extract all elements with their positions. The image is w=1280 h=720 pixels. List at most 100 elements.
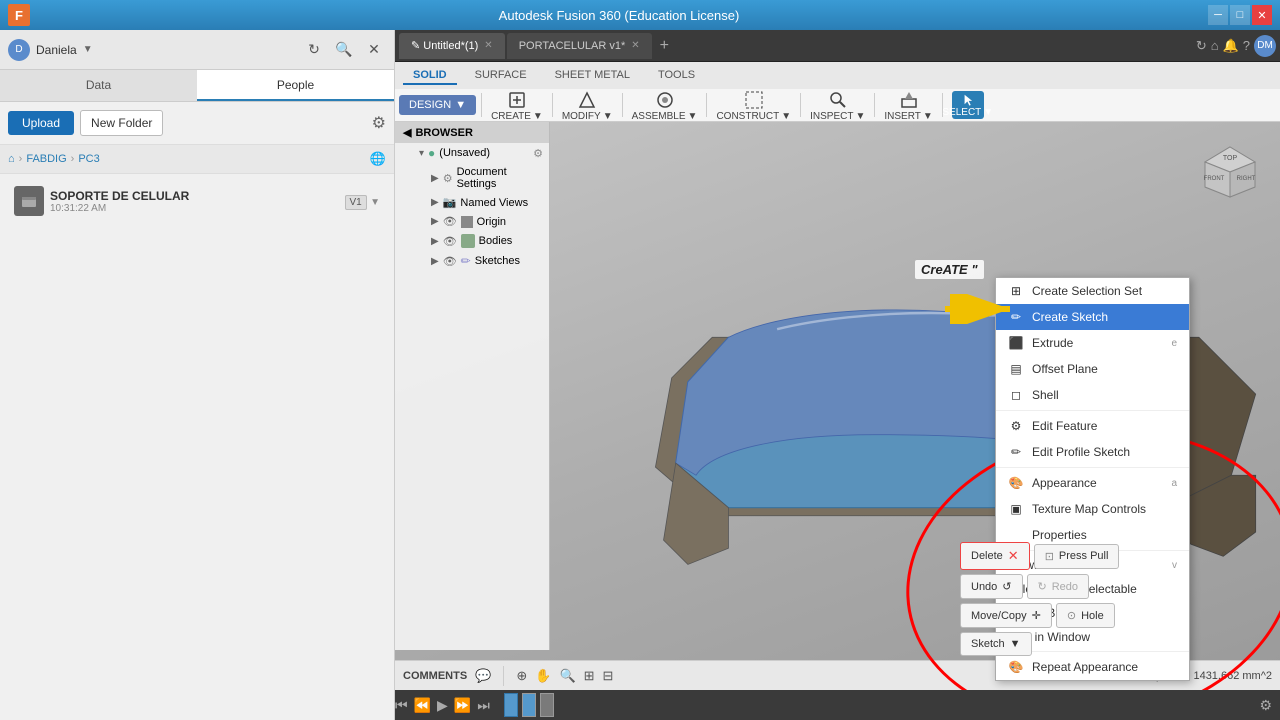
select-button[interactable]: SELECT▼ (952, 91, 984, 119)
play-end-button[interactable]: ⏭ (477, 697, 490, 714)
construct-button[interactable]: CONSTRUCT▼ (716, 89, 791, 122)
cm-shortcut-appearance: a (1171, 478, 1177, 489)
cm-offset-plane[interactable]: ▤ Offset Plane (996, 356, 1189, 382)
create-button[interactable]: CREATE▼ (491, 89, 543, 122)
press-pull-button[interactable]: ⊡ Press Pull (1034, 544, 1120, 569)
toolbar-tab-sheetmetal[interactable]: SHEET METAL (545, 67, 640, 85)
tab-bell-icon[interactable]: 🔔 (1223, 38, 1239, 54)
inspect-button[interactable]: INSPECT▼ (810, 89, 865, 122)
cm-sep2 (996, 467, 1189, 468)
tab-portacelular[interactable]: PORTACELULAR v1* ✕ (507, 33, 652, 59)
redo-button[interactable]: ↻ Redo (1027, 574, 1090, 599)
tab-bar-icons: ↻ ⌂ 🔔 ? DM (1196, 35, 1276, 57)
browser-item-sketches[interactable]: ▶ 👁 ✏ Sketches (395, 251, 549, 271)
timeline-marker-2[interactable] (540, 693, 554, 717)
tab-data[interactable]: Data (0, 70, 197, 101)
tab-people[interactable]: People (197, 70, 394, 101)
add-tab-button[interactable]: + (654, 37, 675, 55)
insert-button[interactable]: INSERT▼ (884, 89, 932, 122)
cm-edit-profile[interactable]: ✏ Edit Profile Sketch (996, 439, 1189, 465)
comments-icon[interactable]: 💬 (475, 668, 491, 684)
display-icon[interactable]: ⊞ (584, 668, 595, 684)
assemble-button[interactable]: ASSEMBLE▼ (632, 89, 698, 122)
tab-close-untitled[interactable]: ✕ (484, 40, 492, 51)
toolbar-tab-tools[interactable]: TOOLS (648, 67, 705, 85)
doc-settings-icon: ⚙ (443, 172, 453, 185)
tab-question-icon[interactable]: ? (1243, 38, 1250, 53)
file-item[interactable]: SOPORTE DE CELULAR 10:31:22 AM V1 ▼ (8, 182, 386, 220)
cm-label-appearance: Appearance (1032, 476, 1097, 490)
play-next-button[interactable]: ⏩ (454, 697, 471, 714)
cm-repeat-appearance[interactable]: 🎨 Repeat Appearance (996, 654, 1189, 680)
delete-label: Delete (971, 550, 1003, 562)
cm-shell[interactable]: ◻ Shell (996, 382, 1189, 408)
cm-texture-map[interactable]: ▣ Texture Map Controls (996, 496, 1189, 522)
browser-header[interactable]: ◀ BROWSER (395, 122, 549, 143)
refresh-button[interactable]: ↻ (302, 38, 326, 62)
tb-sep1 (481, 93, 482, 117)
timeline-marker-1[interactable] (522, 693, 536, 717)
close-panel-button[interactable]: ✕ (362, 38, 386, 62)
undo-button[interactable]: Undo ↺ (960, 574, 1023, 599)
browser-collapse-icon[interactable]: ◀ (403, 126, 411, 139)
tab-untitled[interactable]: ✎ Untitled*(1) ✕ (399, 33, 505, 59)
cm-edit-feature[interactable]: ⚙ Edit Feature (996, 413, 1189, 439)
minimize-button[interactable]: ─ (1208, 5, 1228, 25)
upload-button[interactable]: Upload (8, 111, 74, 135)
tab-close-porta[interactable]: ✕ (631, 40, 639, 51)
close-button[interactable]: ✕ (1252, 5, 1272, 25)
nav-cube[interactable]: TOP RIGHT FRONT (1200, 142, 1260, 202)
breadcrumb-sep2: › (71, 153, 75, 165)
cm-extrude[interactable]: ⬛ Extrude e (996, 330, 1189, 356)
eye-icon-sketches[interactable]: 👁 (443, 255, 457, 268)
comments-tab[interactable]: COMMENTS (403, 670, 467, 682)
modify-button[interactable]: MODIFY▼ (562, 89, 613, 122)
play-prev-button[interactable]: ⏪ (414, 697, 431, 714)
version-badge[interactable]: V1 ▼ (345, 194, 380, 208)
play-start-button[interactable]: ⏮ (395, 697, 408, 714)
browser-item-docsettings[interactable]: ▶ ⚙ Document Settings (395, 163, 549, 193)
pan-icon[interactable]: ✋ (535, 668, 551, 684)
search-button[interactable]: 🔍 (332, 38, 356, 62)
restore-button[interactable]: □ (1230, 5, 1250, 25)
hole-button[interactable]: ⊙ Hole (1056, 603, 1115, 628)
breadcrumb-fabdig[interactable]: FABDIG (26, 153, 66, 165)
snap-icon[interactable]: ⊕ (516, 668, 527, 684)
home-icon[interactable]: ⌂ (8, 153, 15, 165)
browser-item-unsaved[interactable]: ▾ ● (Unsaved) ⚙ (395, 143, 549, 163)
expand-icon-doc: ▶ (431, 173, 439, 184)
username-dropdown-icon[interactable]: ▼ (83, 44, 93, 55)
toolbar-tab-solid[interactable]: SOLID (403, 67, 457, 85)
cm-label-extrude: Extrude (1032, 336, 1073, 350)
user-avatar-tab[interactable]: DM (1254, 35, 1276, 57)
tab-refresh-icon[interactable]: ↻ (1196, 38, 1207, 54)
delete-button[interactable]: Delete ✕ (960, 542, 1030, 570)
breadcrumb: ⌂ › FABDIG › PC3 🌐 (0, 145, 394, 174)
sketch-dropdown[interactable]: Sketch ▼ (960, 632, 1032, 656)
svg-text:TOP: TOP (1223, 155, 1238, 162)
grid-icon[interactable]: ⊟ (603, 668, 614, 684)
new-folder-button[interactable]: New Folder (80, 110, 163, 136)
tab-home-icon[interactable]: ⌂ (1211, 38, 1219, 53)
cm-appearance[interactable]: 🎨 Appearance a (996, 470, 1189, 496)
browser-item-namedviews[interactable]: ▶ 📷 Named Views (395, 193, 549, 212)
toolbar-tab-surface[interactable]: SURFACE (465, 67, 537, 85)
browser-item-origin[interactable]: ▶ 👁 Origin (395, 212, 549, 231)
eye-icon-origin[interactable]: 👁 (443, 215, 457, 228)
zoom-icon[interactable]: 🔍 (559, 668, 575, 684)
browser-panel: ◀ BROWSER ▾ ● (Unsaved) ⚙ ▶ ⚙ Document S… (395, 122, 550, 650)
cm-label-edit-feature: Edit Feature (1032, 419, 1097, 433)
settings-button[interactable]: ⚙ (372, 113, 386, 133)
settings-gear-icon[interactable]: ⚙ (533, 147, 543, 160)
timeline-thumb[interactable] (504, 693, 518, 717)
eye-icon-bodies[interactable]: 👁 (443, 235, 457, 248)
browser-item-bodies[interactable]: ▶ 👁 Bodies (395, 231, 549, 251)
right-panel: ✎ Untitled*(1) ✕ PORTACELULAR v1* ✕ + ↻ … (395, 30, 1280, 720)
playbar-settings-icon[interactable]: ⚙ (1259, 697, 1272, 714)
design-dropdown[interactable]: DESIGN ▼ (399, 95, 476, 115)
viewport: ◀ BROWSER ▾ ● (Unsaved) ⚙ ▶ ⚙ Document S… (395, 122, 1280, 690)
breadcrumb-pc3[interactable]: PC3 (78, 153, 99, 165)
inspect-group: INSPECT▼ (810, 89, 865, 122)
move-copy-button[interactable]: Move/Copy ✛ (960, 603, 1052, 628)
play-button[interactable]: ▶ (437, 697, 448, 714)
